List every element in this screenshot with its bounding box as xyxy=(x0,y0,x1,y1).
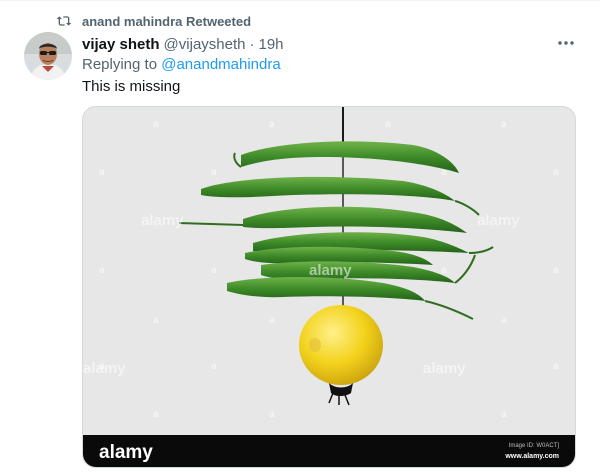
more-options-icon[interactable] xyxy=(556,36,576,50)
svg-text:a: a xyxy=(553,167,559,178)
author-handle[interactable]: @vijaysheth xyxy=(164,36,246,53)
retweet-label: anand mahindra Retweeted xyxy=(82,13,252,29)
svg-text:a: a xyxy=(553,265,559,276)
svg-text:a: a xyxy=(211,265,217,276)
svg-text:a: a xyxy=(501,315,507,326)
svg-text:a: a xyxy=(153,409,159,420)
svg-text:a: a xyxy=(269,409,275,420)
watermark-alamy: alamy xyxy=(423,360,466,377)
retweet-indicator[interactable]: anand mahindra Retweeted xyxy=(56,12,251,30)
svg-text:a: a xyxy=(211,361,217,372)
replying-to: Replying to @anandmahindra xyxy=(82,56,281,73)
watermark-alamy: alamy xyxy=(83,360,126,377)
watermark-alamy: alamy xyxy=(477,212,520,229)
svg-text:a: a xyxy=(99,265,105,276)
retweet-icon xyxy=(56,16,72,26)
author-name[interactable]: vijay sheth xyxy=(82,36,160,53)
svg-text:a: a xyxy=(269,315,275,326)
svg-text:a: a xyxy=(153,315,159,326)
separator-dot: · xyxy=(249,35,255,53)
svg-text:a: a xyxy=(501,409,507,420)
replying-mention-link[interactable]: @anandmahindra xyxy=(161,56,280,73)
tweet-timestamp[interactable]: 19h xyxy=(258,36,283,53)
tweet-header: vijay sheth @vijaysheth · 19h xyxy=(82,34,284,54)
svg-text:a: a xyxy=(501,119,507,130)
watermark-alamy: alamy xyxy=(309,262,352,279)
svg-text:a: a xyxy=(99,167,105,178)
alamy-footer-bar xyxy=(83,435,575,467)
alamy-image-id: Image ID: W0ACT] xyxy=(509,443,560,449)
avatar-image xyxy=(24,32,72,80)
svg-text:a: a xyxy=(269,119,275,130)
svg-text:a: a xyxy=(153,119,159,130)
svg-text:a: a xyxy=(211,167,217,178)
svg-text:a: a xyxy=(553,361,559,372)
avatar[interactable] xyxy=(24,32,72,80)
replying-prefix: Replying to xyxy=(82,56,162,73)
tweet-media-image[interactable]: a a a a a a a a a a a a a a a a a a a a … xyxy=(82,106,576,468)
frame-top-border xyxy=(0,0,600,1)
chili-lemon-photo: a a a a a a a a a a a a a a a a a a a a … xyxy=(83,107,575,467)
svg-text:a: a xyxy=(441,265,447,276)
alamy-site-url: www.alamy.com xyxy=(504,453,559,460)
svg-text:a: a xyxy=(385,119,391,130)
alamy-footer-logo: alamy xyxy=(99,442,153,463)
watermark-alamy: alamy xyxy=(141,212,184,229)
tweet-text: This is missing xyxy=(82,78,181,95)
